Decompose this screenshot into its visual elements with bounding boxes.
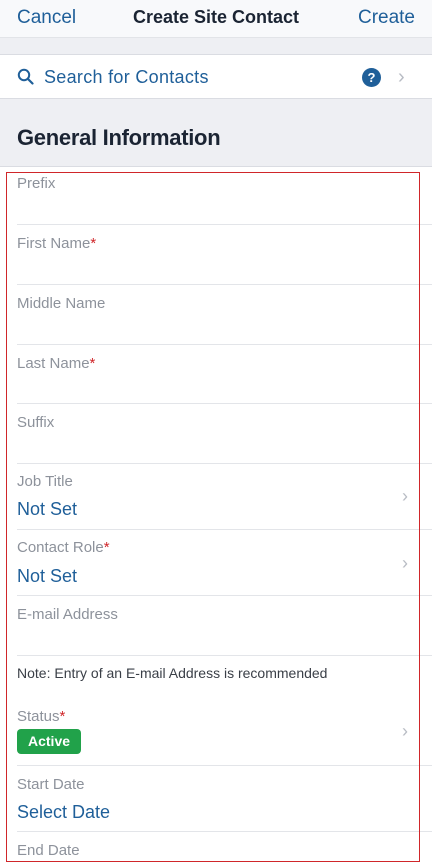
job-title-field[interactable]: Job Title Not Set › xyxy=(17,464,432,530)
section-header: General Information xyxy=(0,99,432,167)
chevron-right-icon: › xyxy=(398,66,405,88)
required-mark: * xyxy=(103,539,110,556)
spacer xyxy=(0,38,432,55)
required-mark: * xyxy=(90,235,97,252)
suffix-label: Suffix xyxy=(17,414,55,431)
middle-name-label: Middle Name xyxy=(17,295,106,312)
end-date-field[interactable]: End Date xyxy=(17,832,432,868)
suffix-field[interactable]: Suffix xyxy=(17,404,432,464)
contact-role-label: Contact Role* xyxy=(17,539,110,556)
status-label: Status* xyxy=(17,708,66,725)
start-date-label: Start Date xyxy=(17,776,85,793)
first-name-label: First Name* xyxy=(17,235,97,252)
status-field[interactable]: Status* Active › xyxy=(17,698,432,766)
job-title-label: Job Title xyxy=(17,473,73,490)
chevron-right-icon: › xyxy=(402,486,408,506)
contact-role-field[interactable]: Contact Role* Not Set › xyxy=(17,530,432,596)
section-title: General Information xyxy=(17,125,221,150)
chevron-right-icon: › xyxy=(402,721,408,741)
contact-role-value: Not Set xyxy=(17,566,78,586)
nav-bar: Cancel Create Site Contact Create xyxy=(0,0,432,38)
email-label: E-mail Address xyxy=(17,606,118,623)
email-field[interactable]: E-mail Address xyxy=(17,596,432,656)
required-mark: * xyxy=(59,708,66,725)
search-contacts-row[interactable]: Search for Contacts ? › xyxy=(0,55,432,99)
last-name-label: Last Name* xyxy=(17,355,96,372)
end-date-label: End Date xyxy=(17,842,80,859)
last-name-field[interactable]: Last Name* xyxy=(17,345,432,404)
search-icon xyxy=(17,68,34,85)
start-date-field[interactable]: Start Date Select Date xyxy=(17,766,432,832)
prefix-field[interactable]: Prefix xyxy=(17,172,432,225)
chevron-right-icon: › xyxy=(402,553,408,573)
email-note: Note: Entry of an E-mail Address is reco… xyxy=(17,665,328,681)
status-badge: Active xyxy=(17,729,82,754)
middle-name-field[interactable]: Middle Name xyxy=(17,285,432,345)
start-date-value: Select Date xyxy=(17,802,111,822)
prefix-label: Prefix xyxy=(17,175,56,192)
required-mark: * xyxy=(89,355,96,372)
help-icon[interactable]: ? xyxy=(362,68,381,87)
first-name-field[interactable]: First Name* xyxy=(17,225,432,285)
job-title-value: Not Set xyxy=(17,499,78,519)
create-button[interactable]: Create xyxy=(358,7,415,29)
search-contacts-label: Search for Contacts xyxy=(44,67,209,87)
